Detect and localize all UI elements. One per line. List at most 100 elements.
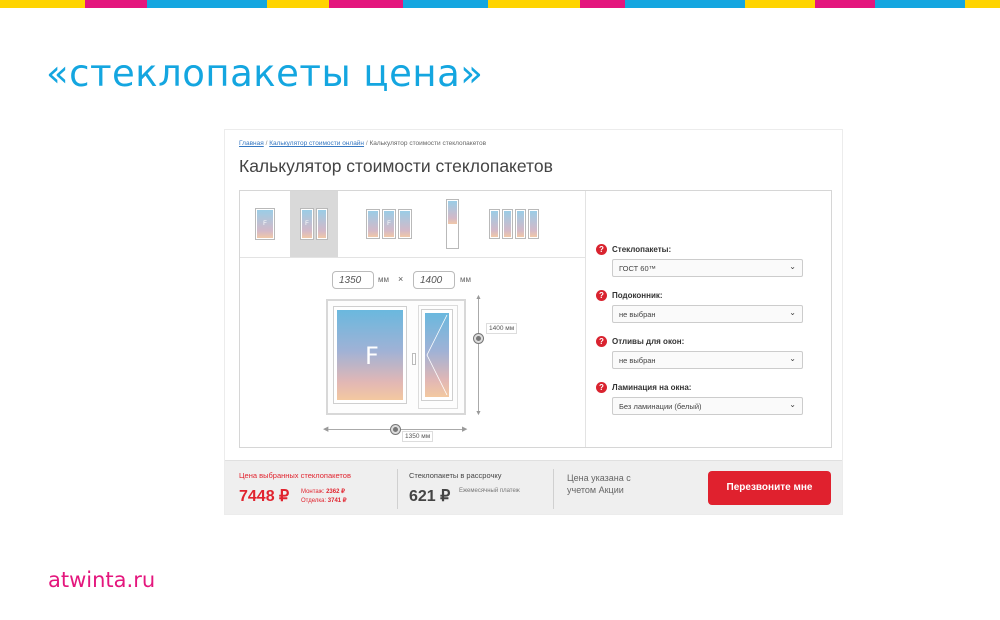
window-glass-letter: F — [384, 211, 394, 237]
opening-glass-pane — [421, 309, 453, 401]
width-unit: мм — [378, 275, 389, 284]
height-drag-handle[interactable] — [474, 334, 483, 343]
quad-window-pane-icon — [528, 209, 539, 239]
help-icon[interactable]: ? — [596, 290, 607, 301]
callback-button[interactable]: Перезвоните мне — [708, 471, 831, 505]
select-value: Без ламинации (белый) — [619, 402, 702, 411]
window-preview: F — [326, 299, 466, 415]
chevron-down-icon: ⌄ — [789, 400, 796, 409]
stripe-segment — [815, 0, 875, 8]
width-input[interactable] — [332, 271, 374, 289]
lamination-select[interactable]: Без ламинации (белый) ⌄ — [612, 397, 803, 415]
installment-summary: Стеклопакеты в рассрочку 621 ₽ Ежемесячн… — [409, 471, 520, 505]
chevron-down-icon: ⌄ — [789, 308, 796, 317]
finishing-label: Отделка: — [301, 498, 327, 504]
window-configurator: F F F 1350 мм × 1400 мм F ▲ ▼ 1400 мм ◀ … — [240, 191, 586, 447]
width-dimension-label: 1350 мм — [402, 431, 434, 442]
calculator-panel: F F F 1350 мм × 1400 мм F ▲ ▼ 1400 мм ◀ … — [239, 190, 832, 448]
option-glass-units: ? Стеклопакеты: ГОСТ 60™ ⌄ — [596, 244, 826, 291]
double-window-left-icon: F — [300, 208, 314, 240]
option-windowsill: ? Подоконник: не выбран ⌄ — [596, 290, 826, 337]
select-value: не выбран — [619, 356, 656, 365]
option-drip-edges: ? Отливы для окон: не выбран ⌄ — [596, 336, 826, 383]
chevron-down-icon: ⌄ — [789, 262, 796, 271]
stripe-segment — [147, 0, 267, 8]
triple-window-right-icon — [398, 209, 412, 239]
stripe-segment — [965, 0, 1000, 8]
slide: «стеклопакеты цена» Главная / Калькулято… — [0, 0, 1000, 620]
arrow-right-icon: ▶ — [462, 426, 468, 433]
help-icon[interactable]: ? — [596, 244, 607, 255]
help-icon[interactable]: ? — [596, 382, 607, 393]
window-type-double[interactable]: F — [290, 191, 338, 257]
chevron-down-icon: ⌄ — [789, 354, 796, 363]
montage-value: 2362 ₽ — [326, 489, 345, 495]
quad-window-pane-icon — [489, 209, 500, 239]
select-value: не выбран — [619, 310, 656, 319]
window-type-door[interactable] — [436, 191, 468, 257]
fixed-glass-pane[interactable]: F — [333, 306, 407, 404]
window-handle-icon — [412, 353, 416, 365]
height-unit: мм — [460, 275, 471, 284]
triple-window-left-icon — [366, 209, 380, 239]
breadcrumb-separator: / — [365, 140, 368, 147]
option-label: Ламинация на окна: — [612, 383, 692, 392]
height-dimension-label: 1400 мм — [486, 323, 518, 334]
stripe-segment — [580, 0, 625, 8]
option-label: Отливы для окон: — [612, 337, 685, 346]
montage-price: Монтаж: 2362 ₽ — [301, 488, 345, 495]
installment-caption: Стеклопакеты в рассрочку — [409, 471, 502, 480]
double-window-right-icon — [316, 208, 328, 240]
window-glass-letter: F — [302, 210, 312, 238]
color-stripe — [0, 0, 1000, 8]
finishing-value: 3741 ₽ — [327, 498, 347, 504]
option-lamination: ? Ламинация на окна: Без ламинации (белы… — [596, 382, 826, 429]
promo-note: Цена указана с учетом Акции — [567, 473, 631, 495]
stripe-segment — [875, 0, 965, 8]
stripe-segment — [625, 0, 745, 8]
height-input[interactable] — [413, 271, 455, 289]
page-title: Калькулятор стоимости стеклопакетов — [239, 156, 553, 176]
total-price: 7448 ₽ — [239, 488, 290, 505]
installment-value: 621 ₽ — [409, 488, 451, 505]
window-type-selector: F F F — [240, 191, 585, 258]
window-type-quad[interactable] — [484, 191, 544, 257]
finishing-price: Отделка: 3741 ₽ — [301, 497, 347, 504]
stripe-segment — [329, 0, 403, 8]
stripe-segment — [488, 0, 580, 8]
single-window-icon: F — [255, 208, 275, 240]
option-label: Стеклопакеты: — [612, 245, 672, 254]
window-type-triple[interactable]: F — [360, 191, 418, 257]
stripe-segment — [403, 0, 488, 8]
width-drag-handle[interactable] — [391, 425, 400, 434]
breadcrumb-current: Калькулятор стоимости стеклопакетов — [369, 140, 487, 147]
windowsill-select[interactable]: не выбран ⌄ — [612, 305, 803, 323]
stripe-segment — [267, 0, 329, 8]
stripe-segment — [85, 0, 147, 8]
calculator-screenshot: Главная / Калькулятор стоимости онлайн /… — [224, 129, 843, 515]
price-summary: Цена выбранных стеклопакетов 7448 ₽ Монт… — [239, 471, 399, 505]
window-type-single[interactable]: F — [240, 191, 290, 257]
breadcrumb-home-link[interactable]: Главная — [239, 140, 264, 147]
help-icon[interactable]: ? — [596, 336, 607, 347]
stripe-segment — [0, 0, 85, 8]
balcony-door-icon — [445, 199, 459, 249]
stripe-segment — [745, 0, 815, 8]
glass-units-select[interactable]: ГОСТ 60™ ⌄ — [612, 259, 803, 277]
installment-note: Ежемесячный платеж — [459, 488, 520, 494]
breadcrumb: Главная / Калькулятор стоимости онлайн /… — [239, 140, 486, 147]
slide-title: «стеклопакеты цена» — [46, 52, 484, 95]
breadcrumb-separator: / — [265, 140, 268, 147]
times-sign: × — [398, 274, 404, 284]
triple-window-middle-icon: F — [382, 209, 396, 239]
option-label: Подоконник: — [612, 291, 663, 300]
fixed-glass-letter: F — [365, 342, 379, 370]
height-dimension-line — [478, 299, 479, 413]
breadcrumb-online-calc-link[interactable]: Калькулятор стоимости онлайн — [269, 140, 364, 147]
select-value: ГОСТ 60™ — [619, 264, 657, 273]
divider — [553, 469, 554, 509]
window-glass-letter: F — [257, 210, 273, 238]
price-bar: Цена выбранных стеклопакетов 7448 ₽ Монт… — [225, 460, 842, 514]
divider — [397, 469, 398, 509]
drip-edges-select[interactable]: не выбран ⌄ — [612, 351, 803, 369]
